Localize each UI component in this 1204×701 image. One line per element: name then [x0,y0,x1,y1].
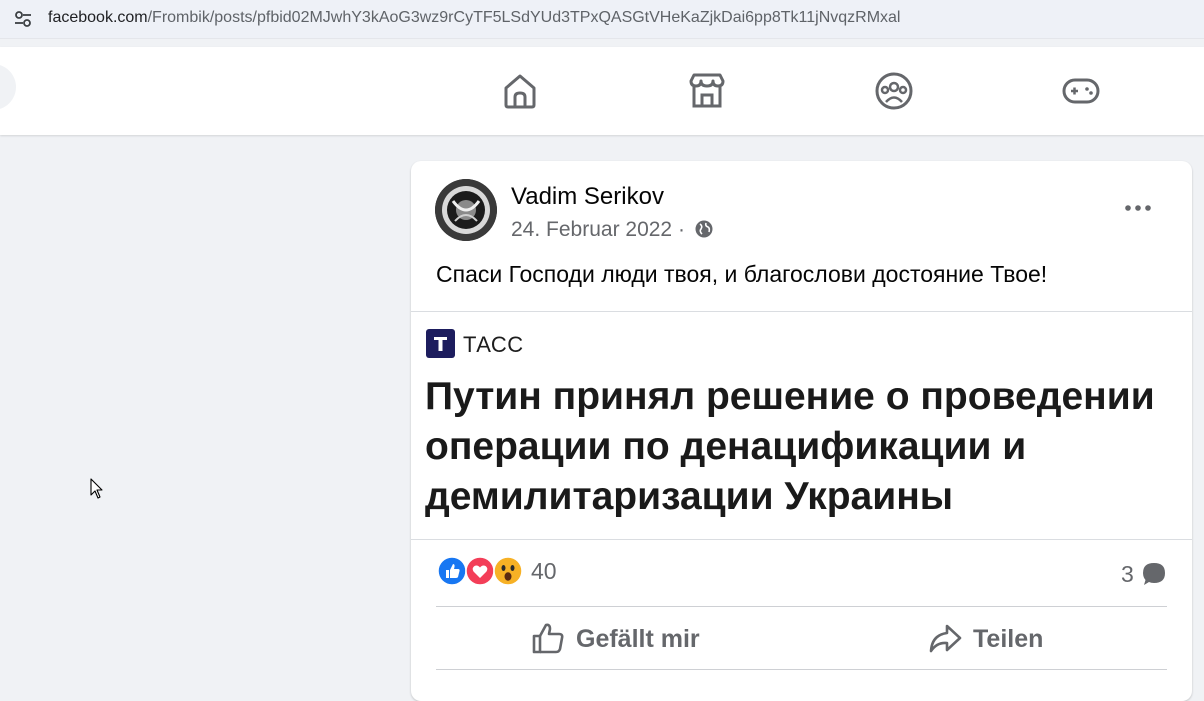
post-text: Спаси Господи люди твоя, и благослови до… [436,261,1048,287]
like-button[interactable]: Gefällt mir [531,619,731,661]
share-arrow-icon [929,624,962,653]
more-options-icon[interactable] [1123,195,1153,221]
post-card: Vadim Serikov 24. Februar 2022 · Спаси Г… [411,161,1192,701]
globe-icon [695,220,713,238]
search-button[interactable] [0,64,16,110]
groups-icon[interactable] [874,71,914,111]
share-button-label: Teilen [973,625,1044,653]
comment-count[interactable]: 3 [1121,561,1134,588]
site-settings-icon[interactable] [13,9,33,29]
divider [436,606,1167,607]
marketplace-icon[interactable] [687,71,727,111]
wow-reaction-icon [493,556,523,586]
love-reaction-icon [465,556,495,586]
avatar[interactable] [435,179,497,241]
source-name: ТАСС [463,332,524,357]
address-bar[interactable]: facebook.com/Frombik/posts/pfbid02MJwhY3… [0,0,1204,39]
reaction-count: 40 [531,558,557,584]
author-name[interactable]: Vadim Serikov [511,183,664,211]
headline: Путин принял решение о проведении операц… [425,375,1155,518]
facebook-navbar [0,47,1204,135]
gaming-icon[interactable] [1061,71,1101,111]
thumbs-up-icon [532,623,564,654]
share-button[interactable]: Teilen [928,619,1078,661]
tass-logo [426,329,455,358]
divider [436,669,1167,670]
link-preview[interactable]: ТАСС Путин принял решение о проведении о… [411,311,1192,540]
like-button-label: Gefällt mir [576,625,700,653]
post-date[interactable]: 24. Februar 2022 · [511,218,685,241]
url-path: /Frombik/posts/pfbid02MJwhY3kAoG3wz9rCyT… [147,9,901,26]
mouse-cursor-icon [90,478,104,500]
post-meta: 24. Februar 2022 · [511,218,713,242]
home-icon[interactable] [500,71,540,111]
url-host: facebook.com [48,9,148,26]
comment-bubble-icon[interactable] [1141,561,1167,587]
url-text[interactable]: facebook.com/Frombik/posts/pfbid02MJwhY3… [48,9,900,27]
like-reaction-icon [437,556,467,586]
